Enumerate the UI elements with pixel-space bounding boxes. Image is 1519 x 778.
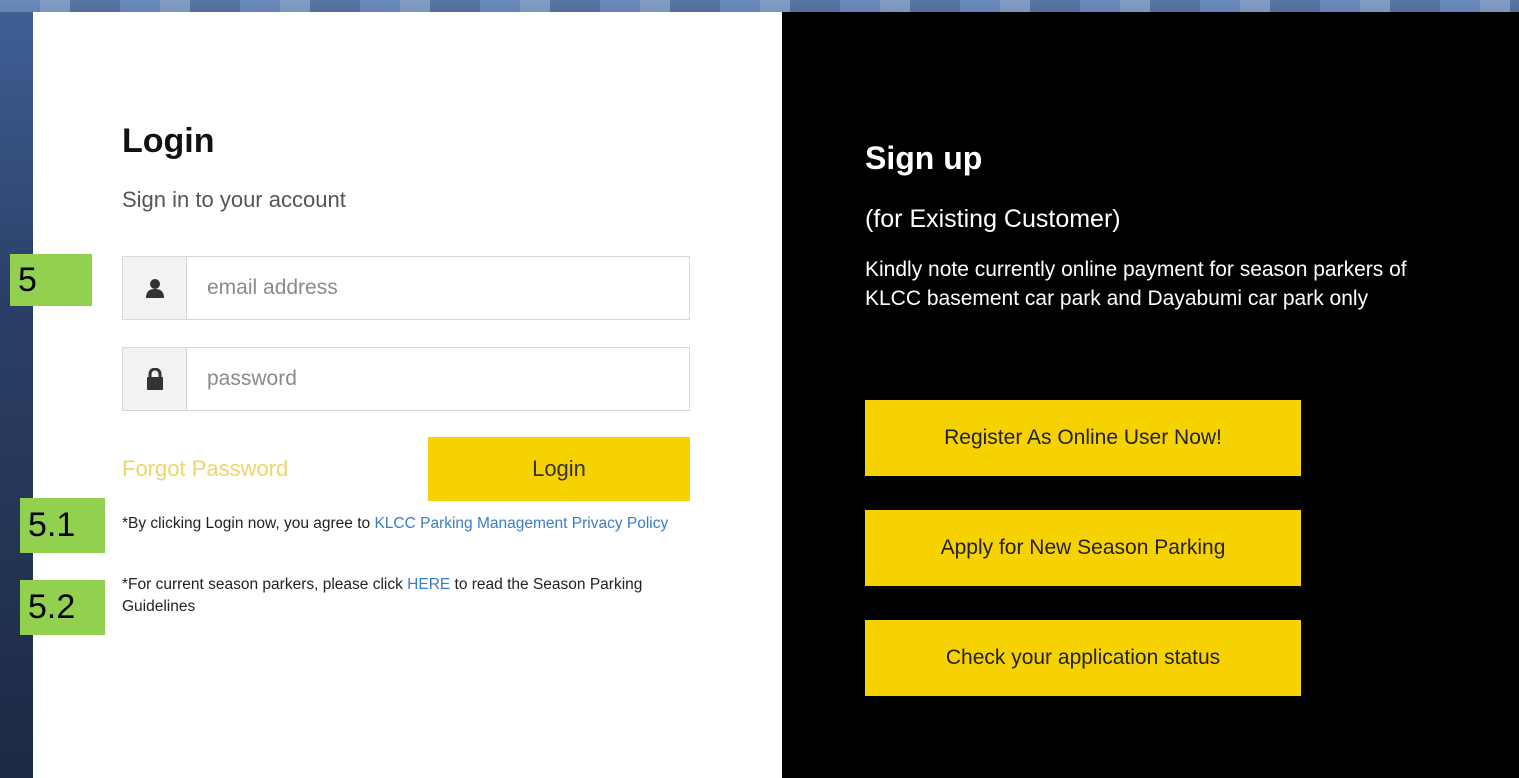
skyline-strip — [0, 0, 1519, 12]
lock-icon — [123, 348, 187, 410]
email-input[interactable] — [187, 257, 689, 319]
login-button[interactable]: Login — [428, 437, 690, 501]
signup-title: Sign up — [865, 140, 983, 176]
apply-season-parking-button[interactable]: Apply for New Season Parking — [865, 510, 1301, 586]
password-input-group — [122, 347, 690, 411]
annotation-badge-5-1: 5.1 — [20, 498, 105, 553]
user-icon — [123, 257, 187, 319]
annotation-badge-5-2: 5.2 — [20, 580, 105, 635]
login-subtitle: Sign in to your account — [122, 187, 346, 212]
signup-subtitle: (for Existing Customer) — [865, 205, 1121, 233]
privacy-note: *By clicking Login now, you agree to KLC… — [122, 513, 697, 535]
password-input[interactable] — [187, 348, 689, 410]
here-link[interactable]: HERE — [407, 576, 450, 593]
register-online-user-button[interactable]: Register As Online User Now! — [865, 400, 1301, 476]
check-application-status-button[interactable]: Check your application status — [865, 620, 1301, 696]
forgot-password-link[interactable]: Forgot Password — [122, 456, 288, 482]
season-note-prefix: *For current season parkers, please clic… — [122, 576, 408, 593]
privacy-note-prefix: *By clicking Login now, you agree to — [122, 515, 375, 532]
season-note: *For current season parkers, please clic… — [122, 574, 697, 618]
annotation-badge-5: 5 — [10, 254, 92, 306]
login-title: Login — [122, 122, 215, 160]
privacy-policy-link[interactable]: KLCC Parking Management Privacy Policy — [374, 515, 668, 532]
email-input-group — [122, 256, 690, 320]
signup-note: Kindly note currently online payment for… — [865, 258, 1407, 310]
